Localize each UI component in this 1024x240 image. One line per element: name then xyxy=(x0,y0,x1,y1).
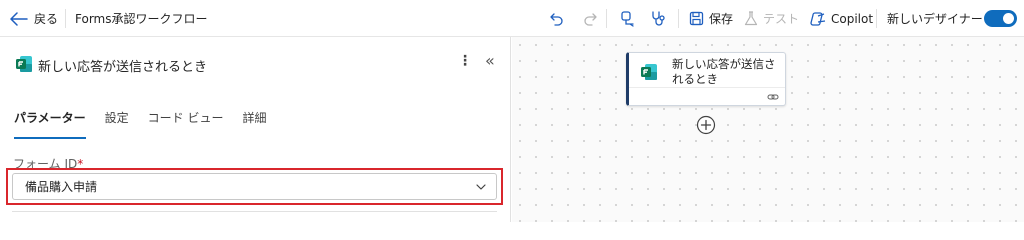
flow-name[interactable]: Forms承認ワークフロー xyxy=(75,0,207,37)
microsoft-forms-icon xyxy=(16,56,32,72)
save-icon xyxy=(689,11,704,26)
toolbar-divider xyxy=(606,9,607,28)
toolbar-divider xyxy=(678,9,679,28)
more-options-icon[interactable]: ⋮ xyxy=(458,53,472,69)
form-id-dropdown[interactable]: 備品購入申請 xyxy=(12,173,497,200)
tab-details[interactable]: 詳細 xyxy=(242,109,266,133)
redo-icon xyxy=(584,12,597,26)
form-id-value: 備品購入申請 xyxy=(25,180,98,194)
redo-button[interactable] xyxy=(582,0,598,37)
toggle-knob xyxy=(1003,13,1014,24)
undo-button[interactable] xyxy=(549,0,565,37)
trigger-node-card[interactable]: 新しい応答が送信されるとき xyxy=(626,52,786,106)
link-icon xyxy=(767,94,779,100)
toolbar-divider xyxy=(876,9,877,28)
tab-parameters[interactable]: パラメーター xyxy=(14,109,86,139)
save-label: 保存 xyxy=(709,12,734,26)
flow-checker-button[interactable] xyxy=(619,0,637,37)
top-toolbar: 戻る Forms承認ワークフロー 保存 テスト Copilot 新しいデザイナー xyxy=(0,0,1024,37)
back-label: 戻る xyxy=(34,12,59,26)
copilot-icon xyxy=(810,11,826,26)
new-designer-toggle[interactable] xyxy=(984,10,1017,27)
flask-icon xyxy=(744,11,758,26)
stethoscope-icon xyxy=(652,10,665,26)
panel-tabs: パラメーター 設定 コード ビュー 詳細 xyxy=(14,109,286,139)
copilot-label: Copilot xyxy=(831,11,874,26)
action-details-panel: 新しい応答が送信されるとき ⋮ « パラメーター 設定 コード ビュー 詳細 フ… xyxy=(0,37,511,222)
tab-settings[interactable]: 設定 xyxy=(105,109,129,133)
arrow-left-icon xyxy=(10,11,28,26)
undo-icon xyxy=(550,12,563,26)
test-button[interactable]: テスト xyxy=(744,0,799,37)
new-designer-label: 新しいデザイナー xyxy=(887,12,983,26)
flow-canvas[interactable]: 新しい応答が送信されるとき xyxy=(512,37,1024,222)
toolbar-divider xyxy=(65,9,66,28)
back-button[interactable]: 戻る xyxy=(10,0,58,37)
save-button[interactable]: 保存 xyxy=(689,0,733,37)
node-footer-divider xyxy=(629,87,785,88)
copilot-button[interactable]: Copilot xyxy=(810,0,873,37)
chevron-down-icon xyxy=(476,184,486,190)
tab-code-view[interactable]: コード ビュー xyxy=(148,109,224,133)
microsoft-forms-icon xyxy=(641,64,657,80)
flow-checker-icon xyxy=(621,10,634,27)
collapse-panel-icon[interactable]: « xyxy=(485,51,495,70)
node-title: 新しい応答が送信されるとき xyxy=(672,57,776,86)
test-label: テスト xyxy=(763,12,800,26)
panel-title: 新しい応答が送信されるとき xyxy=(38,60,208,75)
diagnostics-button[interactable] xyxy=(650,0,668,37)
add-step-icon[interactable] xyxy=(696,115,716,135)
panel-divider xyxy=(12,211,497,212)
